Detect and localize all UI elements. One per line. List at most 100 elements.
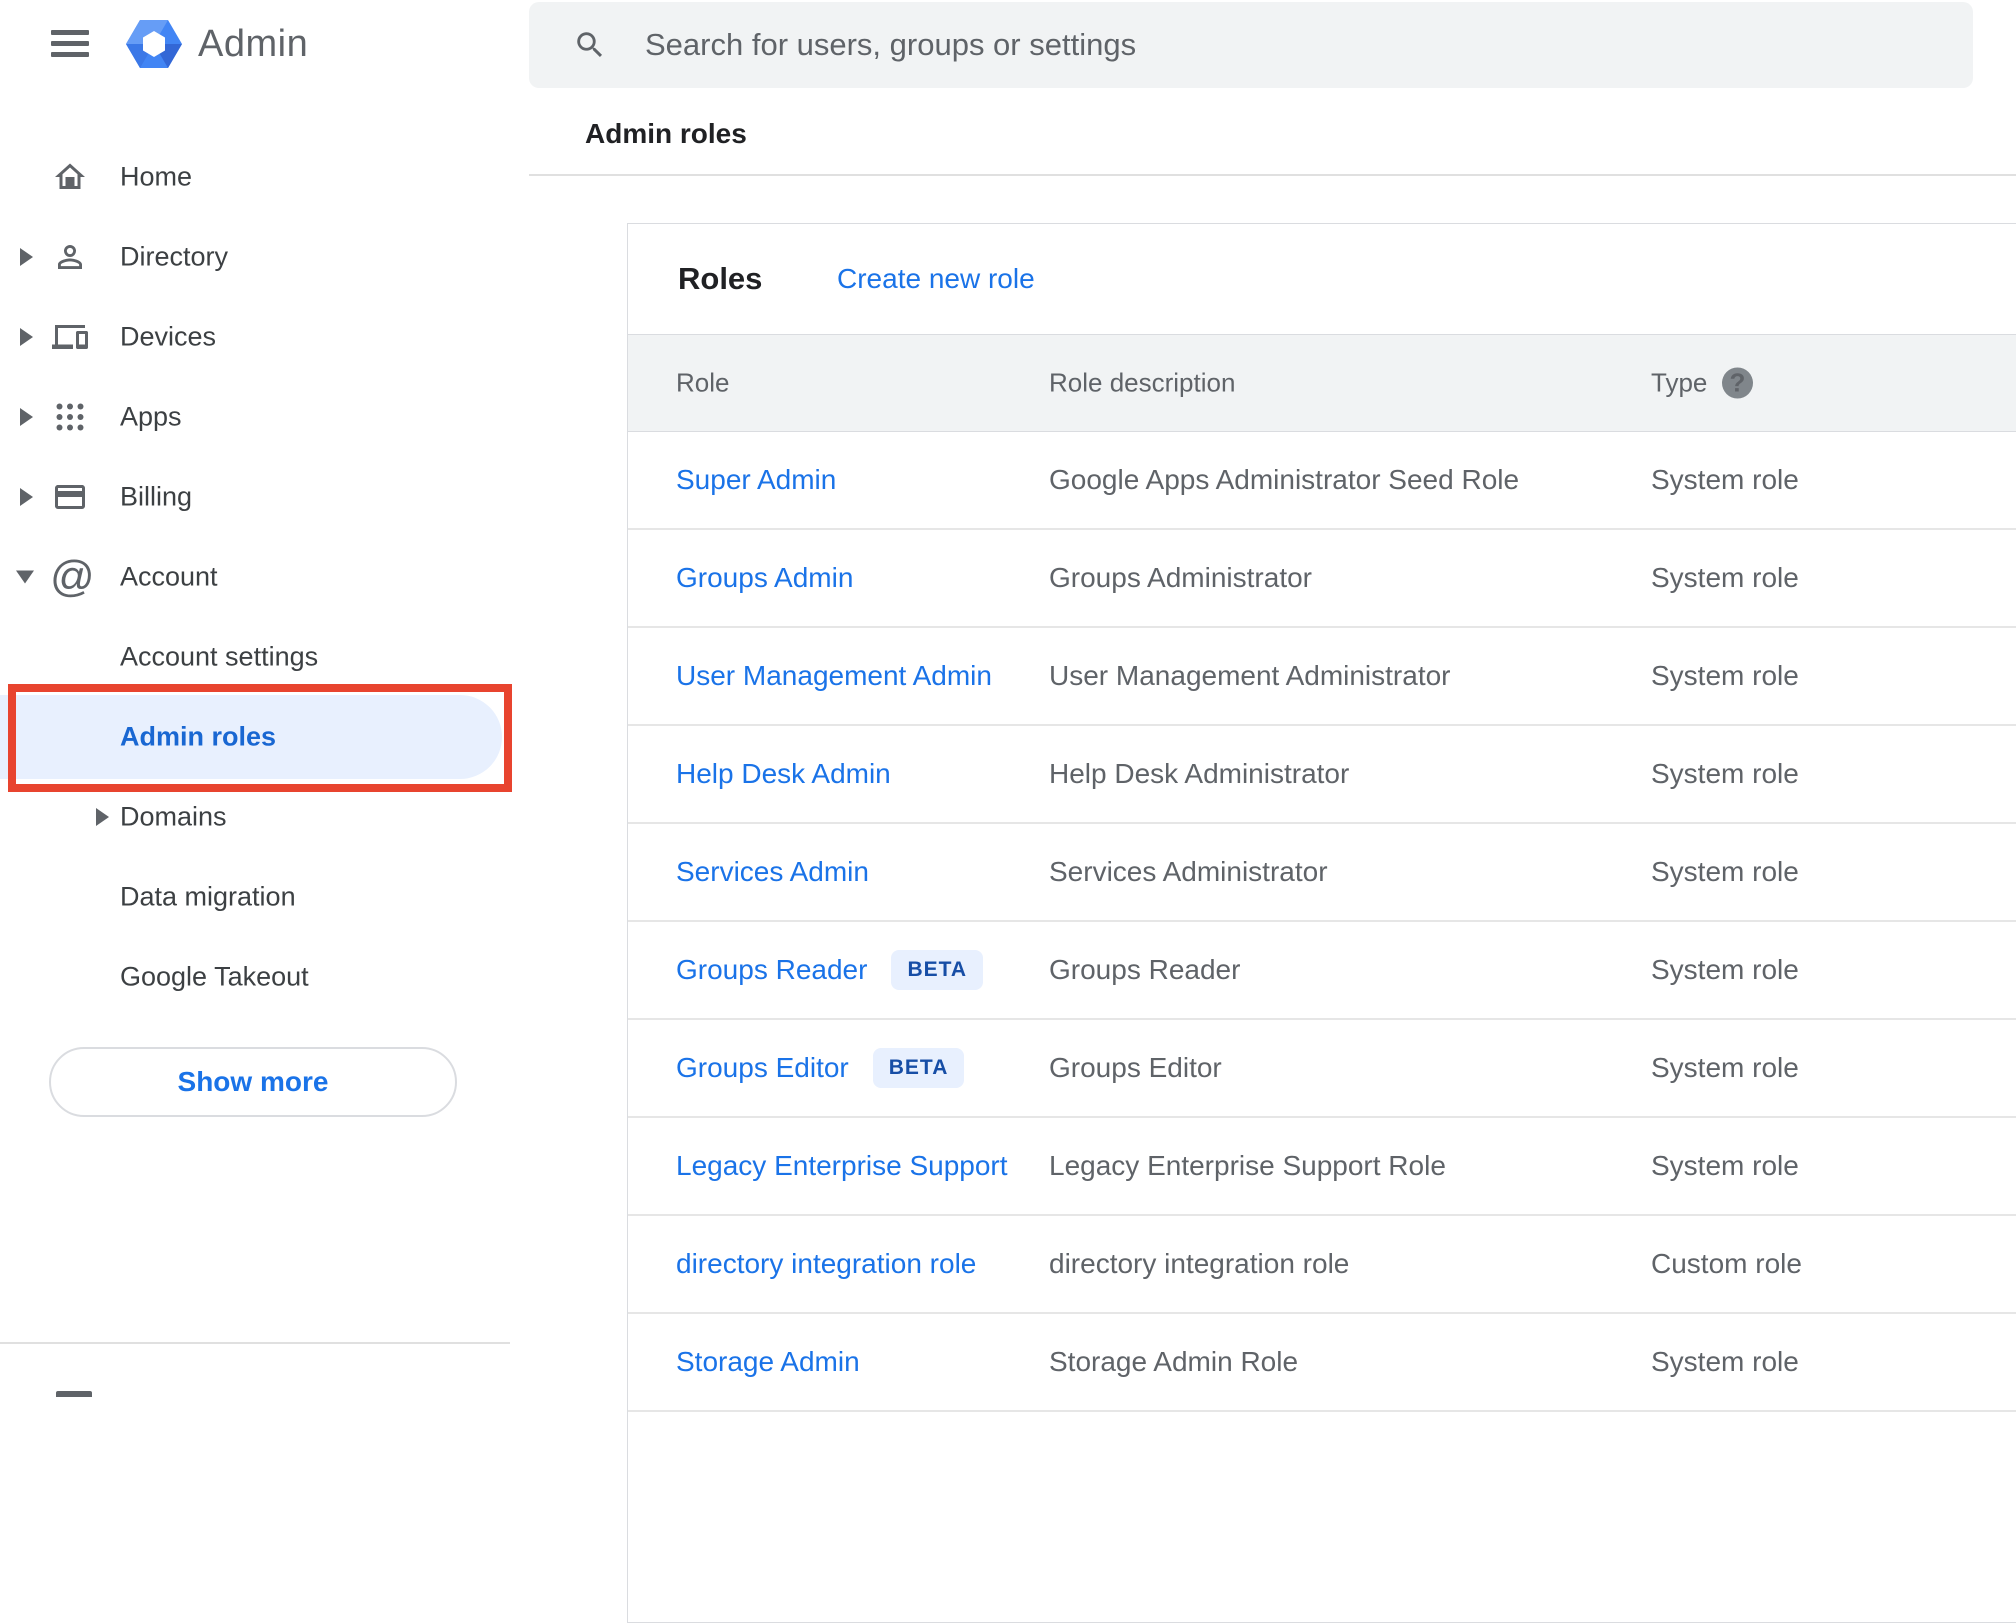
table-row: Super Admin Google Apps Administrator Se… xyxy=(628,432,2016,530)
table-row: Groups Editor BETA Groups Editor System … xyxy=(628,1020,2016,1118)
sidebar-item-label: Billing xyxy=(120,481,193,512)
role-description: Legacy Enterprise Support Role xyxy=(1049,1150,1446,1181)
create-new-role-link[interactable]: Create new role xyxy=(837,263,1035,295)
role-type: System role xyxy=(1651,758,1799,789)
role-type: System role xyxy=(1651,1150,1799,1181)
role-description: Services Administrator xyxy=(1049,856,1328,887)
search-placeholder: Search for users, groups or settings xyxy=(645,27,1137,62)
chevron-right-icon[interactable] xyxy=(20,408,33,426)
role-link[interactable]: Groups Editor xyxy=(676,1052,849,1084)
role-link[interactable]: Groups Reader xyxy=(676,954,867,986)
sidebar-item-billing[interactable]: Billing xyxy=(0,457,529,537)
role-link[interactable]: Legacy Enterprise Support xyxy=(676,1150,1008,1182)
table-row: Services Admin Services Administrator Sy… xyxy=(628,824,2016,922)
sidebar-item-domains[interactable]: Domains xyxy=(0,777,529,857)
sidebar-item-google-takeout[interactable]: Google Takeout xyxy=(0,937,529,1017)
role-type: System role xyxy=(1651,660,1799,691)
table-row: directory integration role directory int… xyxy=(628,1216,2016,1314)
sidebar-item-label: Domains xyxy=(120,801,227,832)
credit-card-icon xyxy=(52,479,88,515)
sidebar-item-label: Account xyxy=(120,561,218,592)
role-description: Storage Admin Role xyxy=(1049,1346,1299,1377)
beta-badge: BETA xyxy=(872,1048,965,1088)
column-header-role: Role xyxy=(676,367,730,398)
table-row: Groups Reader BETA Groups Reader System … xyxy=(628,922,2016,1020)
home-icon xyxy=(52,159,88,195)
sidebar-item-label: Apps xyxy=(120,401,182,432)
apps-grid-icon xyxy=(52,399,88,435)
role-type: System role xyxy=(1651,954,1799,985)
role-description: User Management Administrator xyxy=(1049,660,1451,691)
role-type: System role xyxy=(1651,464,1799,495)
role-description: Groups Reader xyxy=(1049,954,1241,985)
person-icon xyxy=(52,239,88,275)
role-link[interactable]: Help Desk Admin xyxy=(676,758,891,790)
sidebar-divider xyxy=(0,1342,510,1344)
role-type: System role xyxy=(1651,1052,1799,1083)
roles-card: Roles Create new role Role Role descript… xyxy=(627,223,2016,1623)
search-icon xyxy=(577,32,603,58)
sidebar-item-account-settings[interactable]: Account settings xyxy=(0,617,529,697)
chevron-right-icon[interactable] xyxy=(20,328,33,346)
role-description: Google Apps Administrator Seed Role xyxy=(1049,464,1520,495)
sidebar-item-label: Google Takeout xyxy=(120,961,309,992)
role-link[interactable]: directory integration role xyxy=(676,1248,976,1280)
role-type: System role xyxy=(1651,1346,1799,1377)
logo-text: Admin xyxy=(198,22,309,65)
role-type: System role xyxy=(1651,856,1799,887)
hamburger-menu-icon[interactable] xyxy=(51,30,89,58)
role-description: Groups Administrator xyxy=(1049,562,1312,593)
role-link[interactable]: Super Admin xyxy=(676,464,836,496)
beta-badge: BETA xyxy=(891,950,984,990)
at-sign-icon: @ xyxy=(50,552,95,601)
sidebar-item-devices[interactable]: Devices xyxy=(0,297,529,377)
table-header-row: Role Role description Type ? xyxy=(628,334,2016,432)
sidebar-nav: Home Directory Devices Apps Billing @ Account A… xyxy=(0,137,529,1017)
sidebar-item-label: Account settings xyxy=(120,641,319,672)
role-description: Groups Editor xyxy=(1049,1052,1222,1083)
role-link[interactable]: Storage Admin xyxy=(676,1346,860,1378)
role-link[interactable]: User Management Admin xyxy=(676,660,992,692)
search-bar[interactable]: Search for users, groups or settings xyxy=(529,2,1973,88)
sidebar: Admin Home Directory Devices Apps Billing @ Ac… xyxy=(0,0,529,1397)
admin-logo: Admin xyxy=(126,16,308,72)
card-title: Roles xyxy=(678,261,763,296)
devices-icon xyxy=(52,319,88,355)
sidebar-item-admin-roles[interactable]: Admin roles xyxy=(0,695,529,779)
table-row: Legacy Enterprise Support Legacy Enterpr… xyxy=(628,1118,2016,1216)
table-row: Groups Admin Groups Administrator System… xyxy=(628,530,2016,628)
role-type: Custom role xyxy=(1651,1248,1802,1279)
table-row: User Management Admin User Management Ad… xyxy=(628,628,2016,726)
partial-sidebar-icon xyxy=(56,1391,92,1397)
content-divider xyxy=(529,174,2016,176)
roles-table: Super Admin Google Apps Administrator Se… xyxy=(628,432,2016,1412)
column-header-type: Type xyxy=(1651,367,1708,398)
chevron-right-icon[interactable] xyxy=(20,488,33,506)
sidebar-item-label: Directory xyxy=(120,241,229,272)
column-header-description: Role description xyxy=(1049,367,1236,398)
show-more-button[interactable]: Show more xyxy=(49,1047,457,1117)
chevron-right-icon[interactable] xyxy=(20,248,33,266)
role-link[interactable]: Groups Admin xyxy=(676,562,853,594)
sidebar-item-label: Data migration xyxy=(120,881,296,912)
chevron-right-icon[interactable] xyxy=(96,808,109,826)
sidebar-item-label: Admin roles xyxy=(120,721,277,752)
chevron-down-icon[interactable] xyxy=(16,570,34,584)
sidebar-item-home[interactable]: Home xyxy=(0,137,529,217)
breadcrumb: Admin roles xyxy=(585,118,747,149)
role-link[interactable]: Services Admin xyxy=(676,856,869,888)
table-row: Storage Admin Storage Admin Role System … xyxy=(628,1314,2016,1412)
card-title-row: Roles Create new role xyxy=(628,224,2016,334)
sidebar-item-data-migration[interactable]: Data migration xyxy=(0,857,529,937)
role-description: directory integration role xyxy=(1049,1248,1350,1279)
sidebar-item-account[interactable]: @ Account xyxy=(0,537,529,617)
sidebar-item-apps[interactable]: Apps xyxy=(0,377,529,457)
role-description: Help Desk Administrator xyxy=(1049,758,1350,789)
table-row: Help Desk Admin Help Desk Administrator … xyxy=(628,726,2016,824)
sidebar-item-directory[interactable]: Directory xyxy=(0,217,529,297)
role-type: System role xyxy=(1651,562,1799,593)
admin-hexagon-icon xyxy=(126,20,182,68)
sidebar-item-label: Devices xyxy=(120,321,217,352)
help-icon[interactable]: ? xyxy=(1722,367,1753,399)
sidebar-item-label: Home xyxy=(120,161,193,192)
